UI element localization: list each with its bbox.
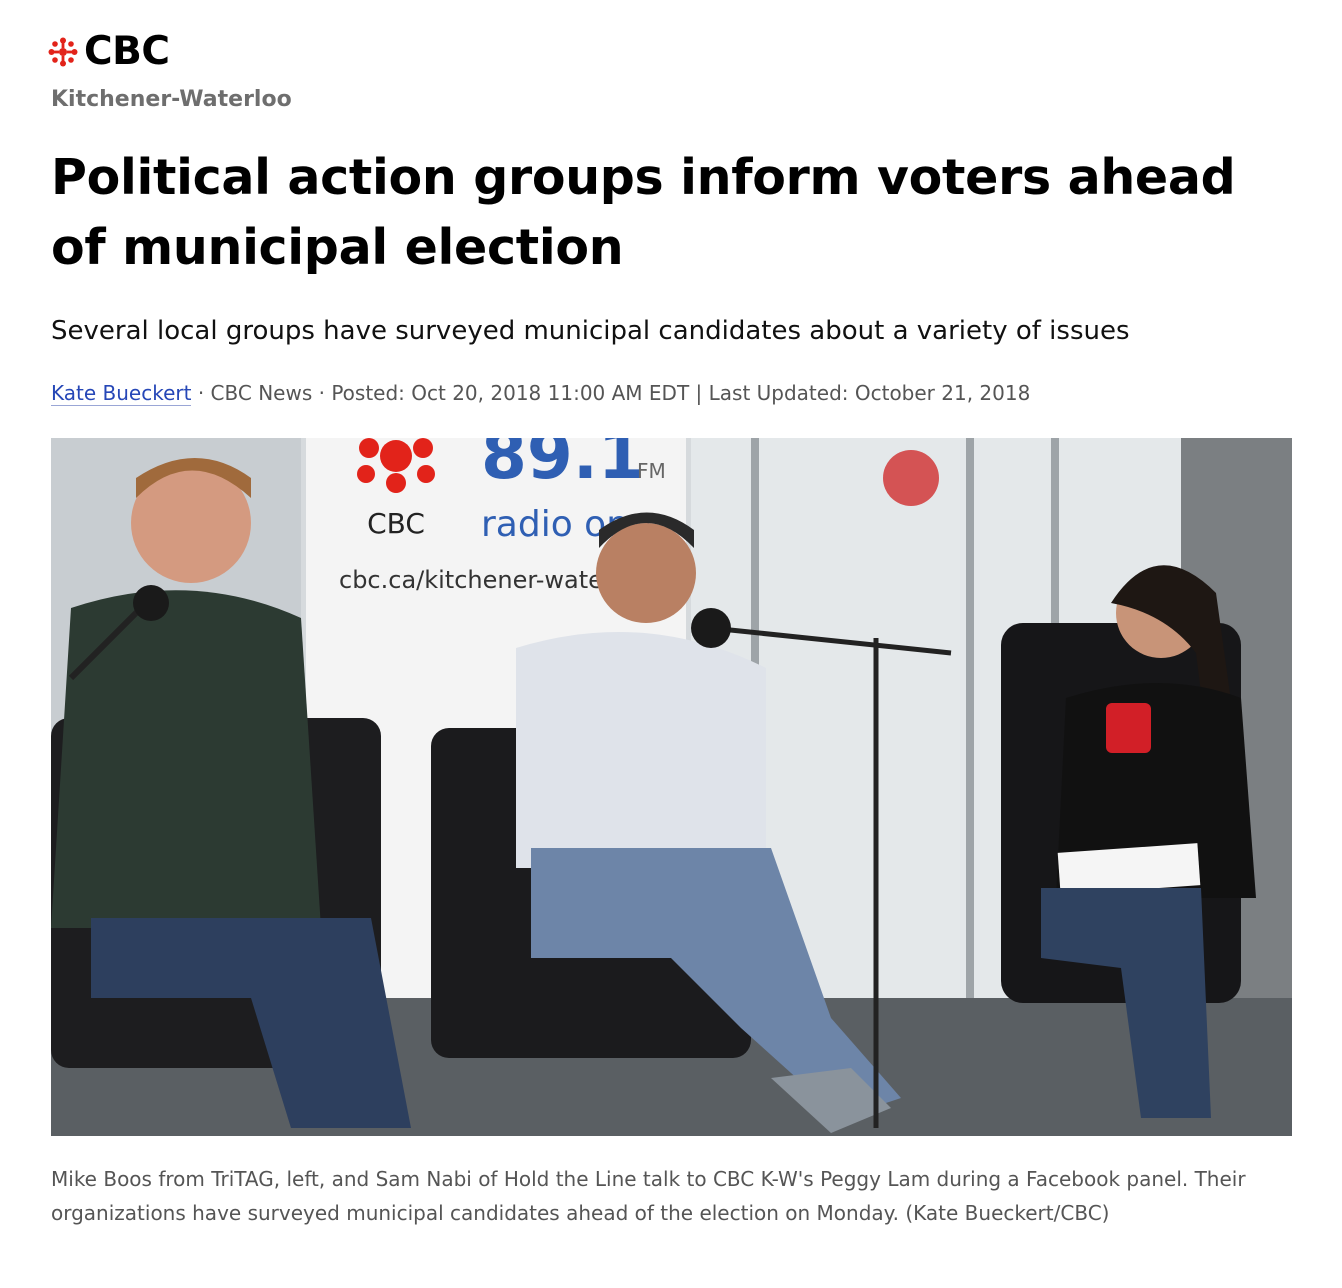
cbc-gem-icon [48, 37, 78, 67]
photo-illustration: CBC 89.1 FM radio one cbc.ca/kitchener-w… [51, 438, 1292, 1136]
cbc-wordmark: CBC [84, 29, 170, 74]
banner-frequency: 89.1 [481, 438, 644, 494]
updated-date: Last Updated: October 21, 2018 [708, 381, 1031, 405]
byline: Kate Bueckert · CBC News · Posted: Oct 2… [51, 378, 1030, 408]
article-deck: Several local groups have surveyed munic… [51, 316, 1130, 346]
cbc-logo[interactable]: CBC [48, 29, 170, 74]
banner-cbc-text: CBC [367, 507, 425, 540]
posted-date: Posted: Oct 20, 2018 11:00 AM EDT [331, 381, 690, 405]
section-label[interactable]: Kitchener-Waterloo [51, 84, 292, 116]
banner-fm: FM [637, 459, 666, 483]
byline-separator: · [191, 381, 211, 405]
author-link[interactable]: Kate Bueckert [51, 381, 192, 406]
photo-caption: Mike Boos from TriTAG, left, and Sam Nab… [51, 1167, 1246, 1225]
byline-outlet: CBC News [210, 381, 313, 405]
article-headline: Political action groups inform voters ah… [51, 149, 1236, 276]
byline-separator: | [689, 381, 709, 405]
article-photo[interactable]: CBC 89.1 FM radio one cbc.ca/kitchener-w… [51, 438, 1292, 1136]
byline-separator: · [312, 381, 332, 405]
